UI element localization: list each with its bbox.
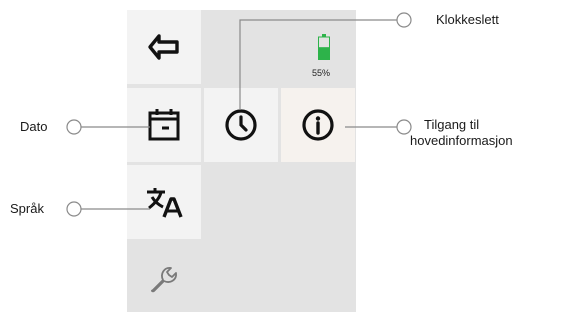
- callout-dot-language: [66, 201, 82, 217]
- label-info-line2: hovedinformasjon: [410, 133, 513, 148]
- callout-dot-info: [396, 119, 412, 135]
- callout-lines: [66, 12, 412, 217]
- label-clock: Klokkeslett: [436, 12, 499, 27]
- label-language: Språk: [10, 201, 44, 216]
- callout-dot-date: [66, 119, 82, 135]
- callout-dot-clock: [396, 12, 412, 28]
- label-date: Dato: [20, 119, 48, 134]
- label-info-line1: Tilgang til: [424, 117, 480, 132]
